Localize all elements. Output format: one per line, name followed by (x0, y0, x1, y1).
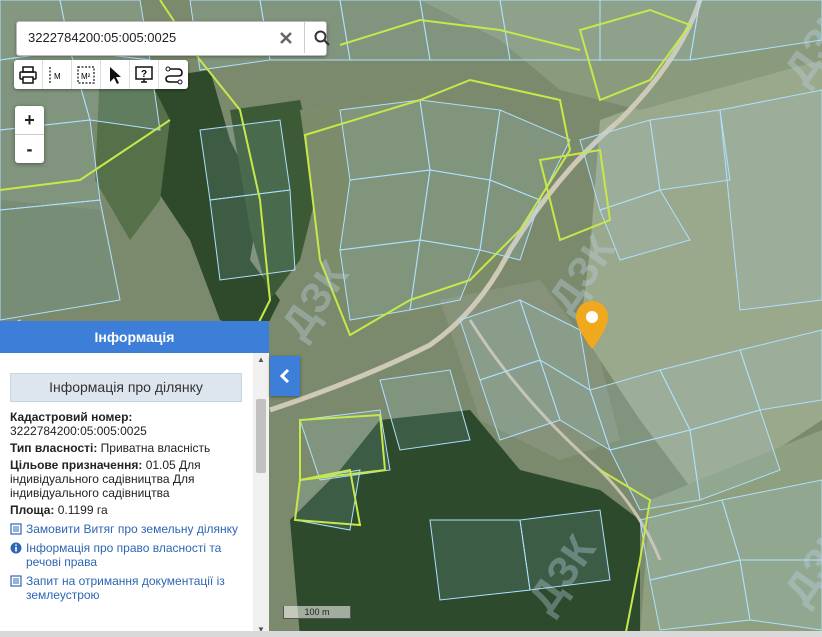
close-icon (280, 31, 292, 44)
map-toolbar: M M² ? (14, 60, 188, 89)
map-scale: 100 m (283, 606, 351, 619)
bottom-edge (0, 631, 822, 637)
location-marker-icon[interactable] (575, 300, 609, 350)
area-label: Площа: (10, 503, 55, 517)
cadastral-label: Кадастровий номер: (10, 410, 133, 424)
search-bar (16, 21, 330, 56)
panel-content[interactable]: Інформація про ділянку Кадастровий номер… (0, 353, 253, 637)
ownership-info-label: Інформація про право власності та речові… (26, 541, 222, 569)
print-button[interactable] (14, 60, 43, 89)
svg-text:?: ? (141, 69, 147, 80)
collapse-panel-button[interactable] (270, 356, 300, 396)
area-value: 0.1199 га (57, 503, 108, 517)
area: Площа: 0.1199 га (10, 503, 253, 517)
cadastral-number: Кадастровий номер: 3222784200:05:005:002… (10, 410, 253, 438)
select-tool-button[interactable] (101, 60, 130, 89)
info-panel: Інформація Інформація про ділянку Кадаст… (0, 321, 269, 637)
clear-search-button[interactable] (269, 22, 303, 53)
zoom-control: + - (15, 106, 44, 163)
document-icon (10, 523, 22, 535)
documentation-request-label: Запит на отримання документації із земле… (26, 574, 225, 602)
purpose: Цільове призначення: 01.05 Для індивідуа… (10, 458, 253, 500)
info-screen-icon: ? (135, 65, 153, 83)
pointer-icon (110, 66, 121, 84)
info-circle-icon (10, 542, 22, 554)
cadastral-value: 3222784200:05:005:0025 (10, 424, 147, 438)
parcel-info-header: Інформація про ділянку (10, 373, 242, 402)
zoom-out-button[interactable]: - (15, 135, 44, 163)
measure-line-icon: M (49, 66, 61, 83)
zoom-in-button[interactable]: + (15, 106, 44, 135)
chevron-left-icon (279, 368, 290, 384)
measure-area-button[interactable]: M² (72, 60, 101, 89)
order-extract-label: Замовити Витяг про земельну ділянку (26, 522, 239, 536)
measure-distance-button[interactable]: M (43, 60, 72, 89)
scroll-up-arrow-icon[interactable]: ▲ (253, 353, 269, 367)
scrollbar-thumb[interactable] (256, 399, 266, 473)
info-tool-button[interactable]: ? (130, 60, 159, 89)
search-input[interactable] (17, 22, 269, 53)
svg-text:M: M (54, 72, 61, 81)
ownership-value: Приватна власність (100, 441, 211, 455)
documentation-request-link[interactable]: Запит на отримання документації із земле… (10, 574, 253, 602)
search-button[interactable] (304, 22, 339, 53)
ownership-type: Тип власності: Приватна власність (10, 441, 253, 455)
print-icon (19, 65, 37, 84)
search-icon (314, 30, 330, 46)
document-icon (10, 575, 22, 587)
route-icon (164, 66, 183, 84)
panel-title: Інформація (0, 321, 269, 353)
purpose-label: Цільове призначення: (10, 458, 143, 472)
order-extract-link[interactable]: Замовити Витяг про земельну ділянку (10, 522, 253, 536)
measure-area-icon: M² (77, 65, 95, 84)
svg-text:M²: M² (81, 72, 91, 81)
ownership-info-link[interactable]: Інформація про право власності та речові… (10, 541, 253, 569)
route-tool-button[interactable] (159, 60, 188, 89)
panel-scrollbar[interactable]: ▲ ▼ (253, 353, 269, 637)
ownership-label: Тип власності: (10, 441, 98, 455)
